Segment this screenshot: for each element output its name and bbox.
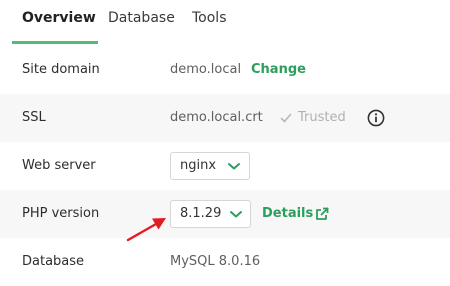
php-version-label: PHP version	[22, 206, 100, 221]
php-version-selected-value: 8.1.29	[180, 206, 222, 221]
site-domain-row: Site domain demo.local Change	[0, 46, 450, 94]
ssl-trusted-status: Trusted	[298, 110, 346, 125]
web-server-select[interactable]: nginx	[170, 152, 250, 180]
active-tab-indicator	[12, 41, 98, 44]
web-server-selected-value: nginx	[180, 158, 217, 173]
ssl-row: SSL demo.local.crt Trusted	[0, 94, 450, 142]
external-link-icon[interactable]	[315, 207, 329, 221]
tab-bar: Overview Database Tools	[0, 0, 450, 44]
tab-overview[interactable]: Overview	[22, 9, 96, 27]
php-version-select[interactable]: 8.1.29	[170, 200, 251, 228]
check-icon	[280, 113, 292, 123]
chevron-down-icon	[228, 163, 240, 170]
chevron-down-icon	[230, 211, 242, 218]
ssl-label: SSL	[22, 110, 46, 125]
php-version-row: PHP version 8.1.29 Details	[0, 190, 450, 238]
web-server-label: Web server	[22, 158, 96, 173]
tab-tools[interactable]: Tools	[192, 9, 227, 27]
database-row: Database MySQL 8.0.16	[0, 238, 450, 286]
change-domain-link[interactable]: Change	[251, 61, 306, 79]
tab-database[interactable]: Database	[108, 9, 175, 27]
database-value: MySQL 8.0.16	[170, 254, 261, 269]
web-server-row: Web server nginx	[0, 142, 450, 190]
php-details-link[interactable]: Details	[262, 205, 313, 223]
database-label: Database	[22, 254, 85, 269]
ssl-certificate-value: demo.local.crt	[170, 110, 263, 125]
site-domain-value: demo.local	[170, 62, 242, 77]
info-icon[interactable]	[367, 109, 385, 127]
site-domain-label: Site domain	[22, 62, 100, 77]
